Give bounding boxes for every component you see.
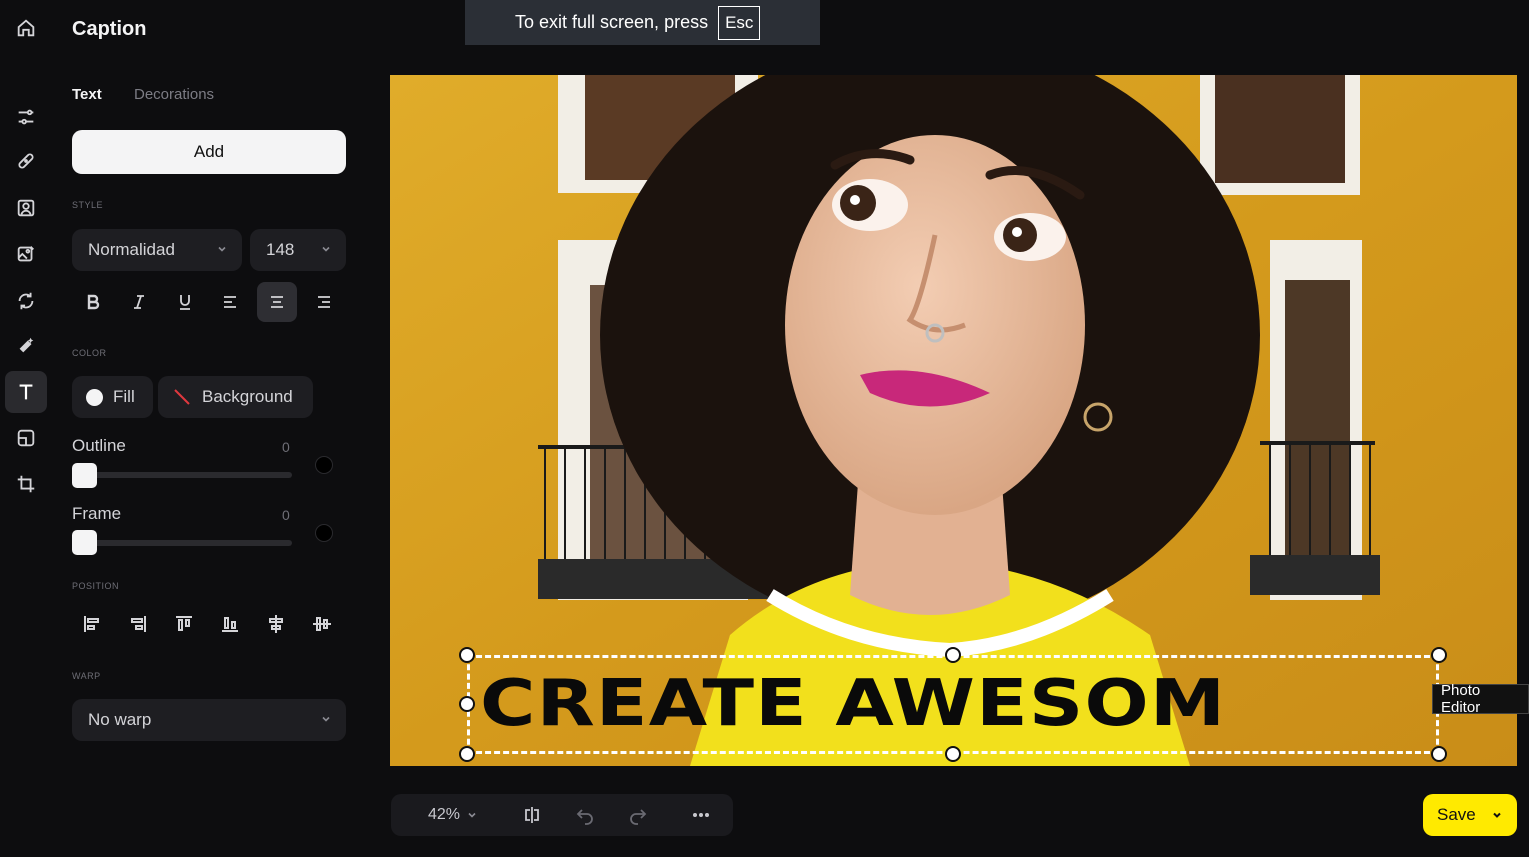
- frame-label: Frame: [72, 504, 122, 523]
- frame-value: 0: [282, 507, 290, 523]
- chevron-down-icon: [322, 246, 330, 252]
- compare-icon: [525, 807, 539, 823]
- color-section-label: COLOR: [72, 348, 107, 358]
- font-size-value: 148: [266, 240, 295, 259]
- background-color-button[interactable]: Background: [158, 376, 313, 418]
- align-center-button[interactable]: [257, 282, 297, 322]
- align-right-button[interactable]: [303, 282, 343, 322]
- position-section-label: POSITION: [72, 581, 120, 591]
- warp-select[interactable]: No warp: [72, 699, 346, 741]
- style-section-label: STYLE: [72, 200, 104, 210]
- portrait-icon[interactable]: [5, 187, 47, 229]
- outline-label: Outline: [72, 436, 126, 455]
- fill-label: Fill: [113, 387, 135, 406]
- transform-icon[interactable]: [5, 280, 47, 322]
- bold-button[interactable]: [73, 282, 113, 322]
- frame-slider-thumb[interactable]: [72, 530, 97, 555]
- italic-button[interactable]: [119, 282, 159, 322]
- align-top-edge-icon: [176, 616, 192, 631]
- resize-handle-top-left[interactable]: [459, 647, 475, 663]
- fullscreen-exit-banner: To exit full screen, press Esc: [465, 0, 820, 45]
- frame-tool-icon[interactable]: [5, 417, 47, 459]
- tab-text[interactable]: Text: [72, 86, 102, 103]
- align-right-icon: [318, 296, 330, 308]
- chevron-down-icon: [468, 812, 476, 818]
- underline-button[interactable]: [165, 282, 205, 322]
- resize-handle-bottom-right[interactable]: [1431, 746, 1447, 762]
- crop-icon[interactable]: [5, 463, 47, 505]
- resize-handle-middle-left[interactable]: [459, 696, 475, 712]
- fill-color-button[interactable]: Fill: [72, 376, 153, 418]
- retouch-icon[interactable]: [5, 140, 47, 182]
- esc-key: Esc: [718, 5, 761, 40]
- outline-value: 0: [282, 439, 290, 455]
- add-text-button[interactable]: Add: [72, 130, 346, 174]
- align-center-icon: [271, 296, 283, 308]
- image-edit-icon[interactable]: [5, 233, 47, 275]
- compare-button[interactable]: [522, 794, 542, 836]
- warp-value: No warp: [88, 710, 152, 729]
- bottom-toolbar: 42%: [391, 794, 733, 836]
- more-options-button[interactable]: [691, 794, 711, 836]
- font-select[interactable]: Normalidad: [72, 229, 242, 271]
- resize-handle-top-center[interactable]: [945, 647, 961, 663]
- align-left-icon: [224, 296, 236, 308]
- resize-handle-bottom-left[interactable]: [459, 746, 475, 762]
- photo-editor-tooltip: Photo Editor: [1432, 682, 1529, 716]
- outline-slider-track[interactable]: [72, 472, 292, 478]
- center-vertical-button[interactable]: [304, 606, 340, 642]
- chevron-down-icon: [1493, 812, 1501, 818]
- panel-title: Caption: [72, 18, 147, 40]
- resize-handle-bottom-center[interactable]: [945, 746, 961, 762]
- bold-icon: [87, 294, 100, 310]
- center-vertical-icon: [313, 617, 331, 631]
- zoom-select[interactable]: 42%: [428, 794, 478, 836]
- align-left-edge-icon: [84, 616, 99, 632]
- save-button[interactable]: Save: [1423, 794, 1517, 836]
- adjust-icon[interactable]: [5, 96, 47, 138]
- align-right-edge-button[interactable]: [120, 606, 156, 642]
- chevron-down-icon: [218, 246, 226, 252]
- text-selection-box[interactable]: [467, 655, 1439, 754]
- redo-button[interactable]: [628, 794, 648, 836]
- more-horizontal-icon: [693, 813, 709, 817]
- align-right-edge-icon: [131, 616, 146, 632]
- warp-section-label: WARP: [72, 671, 101, 681]
- tool-rail: [0, 0, 54, 857]
- save-label: Save: [1437, 805, 1476, 824]
- underline-icon: [180, 295, 190, 310]
- resize-handle-top-right[interactable]: [1431, 647, 1447, 663]
- text-tool-icon[interactable]: [5, 371, 47, 413]
- magic-wand-icon[interactable]: [5, 325, 47, 367]
- undo-button[interactable]: [575, 794, 595, 836]
- frame-slider-track[interactable]: [72, 540, 292, 546]
- redo-icon: [630, 809, 647, 825]
- align-bottom-edge-icon: [222, 617, 238, 632]
- undo-icon: [576, 809, 593, 825]
- fullscreen-message: To exit full screen, press: [515, 12, 709, 32]
- home-icon[interactable]: [5, 7, 47, 49]
- center-horizontal-button[interactable]: [258, 606, 294, 642]
- outline-color-swatch[interactable]: [315, 456, 333, 474]
- chevron-down-icon: [322, 716, 330, 722]
- font-select-value: Normalidad: [88, 240, 175, 259]
- zoom-value: 42%: [428, 806, 461, 823]
- align-left-edge-button[interactable]: [74, 606, 110, 642]
- no-color-icon: [174, 389, 190, 405]
- frame-color-swatch[interactable]: [315, 524, 333, 542]
- center-horizontal-icon: [269, 615, 283, 633]
- tab-decorations[interactable]: Decorations: [134, 86, 214, 103]
- outline-slider-thumb[interactable]: [72, 463, 97, 488]
- caption-panel: Caption Text Decorations Add STYLE Norma…: [54, 0, 364, 857]
- font-size-select[interactable]: 148: [250, 229, 346, 271]
- align-bottom-edge-button[interactable]: [212, 606, 248, 642]
- fill-swatch: [86, 388, 103, 406]
- align-top-edge-button[interactable]: [166, 606, 202, 642]
- align-left-button[interactable]: [211, 282, 251, 322]
- italic-icon: [134, 295, 144, 309]
- background-label: Background: [202, 387, 293, 406]
